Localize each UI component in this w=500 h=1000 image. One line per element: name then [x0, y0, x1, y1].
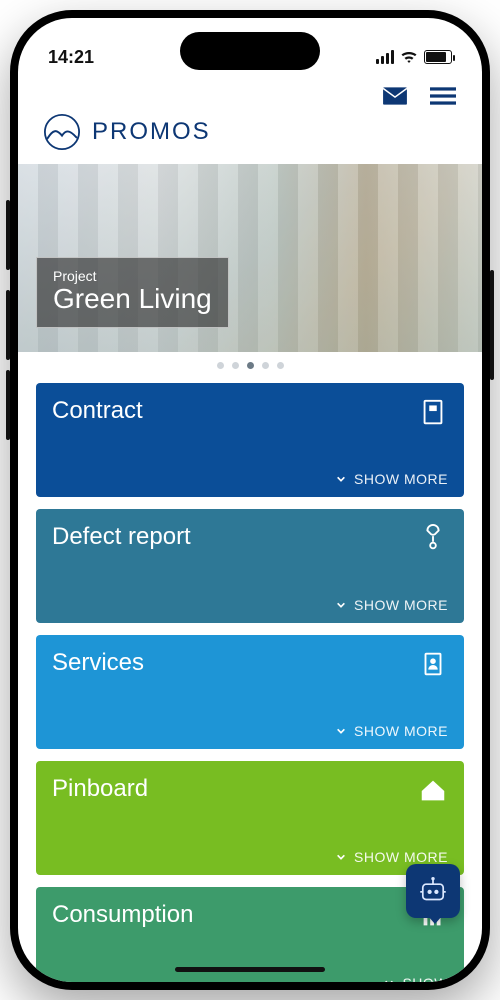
document-icon — [418, 397, 448, 427]
show-more-label: SHOW MORE — [354, 723, 448, 739]
wifi-icon — [400, 50, 418, 64]
carousel-dot[interactable] — [277, 362, 284, 369]
card-show-more[interactable]: SHOW MORE — [52, 471, 448, 487]
card-show-more[interactable]: SHOW — [52, 975, 448, 982]
show-more-label: SHOW MORE — [354, 597, 448, 613]
chevron-down-icon — [336, 474, 346, 484]
hero-caption: Project Green Living — [36, 257, 229, 328]
status-indicators — [376, 50, 452, 64]
show-more-label: SHOW — [402, 975, 448, 982]
carousel-dot[interactable] — [217, 362, 224, 369]
top-toolbar — [18, 80, 482, 106]
chevron-down-icon — [336, 852, 346, 862]
hero-carousel[interactable]: Project Green Living — [18, 164, 482, 352]
card-services[interactable]: Services SHOW MORE — [36, 635, 464, 749]
status-time: 14:21 — [48, 47, 94, 68]
carousel-dot[interactable] — [232, 362, 239, 369]
carousel-dot[interactable] — [247, 362, 254, 369]
carousel-dots[interactable] — [18, 352, 482, 383]
card-show-more[interactable]: SHOW MORE — [52, 849, 448, 865]
card-title: Defect report — [52, 523, 191, 551]
cellular-signal-icon — [376, 50, 394, 64]
chevron-down-icon — [336, 726, 346, 736]
mail-icon[interactable] — [382, 86, 408, 106]
card-show-more[interactable]: SHOW MORE — [52, 723, 448, 739]
brand-row: PROMOS — [18, 106, 482, 164]
phone-screen: 14:21 — [18, 18, 482, 982]
chevron-down-icon — [384, 978, 394, 982]
carousel-dot[interactable] — [262, 362, 269, 369]
hamburger-menu-icon[interactable] — [430, 86, 456, 106]
brand-name: PROMOS — [92, 118, 211, 146]
battery-icon — [424, 50, 452, 64]
brand-logo-icon — [44, 114, 80, 150]
chatbot-button[interactable] — [406, 864, 460, 918]
dynamic-island — [180, 32, 320, 70]
chatbot-icon — [416, 874, 450, 908]
chevron-down-icon — [336, 600, 346, 610]
show-more-label: SHOW MORE — [354, 471, 448, 487]
contacts-icon — [418, 649, 448, 679]
card-contract[interactable]: Contract SHOW MORE — [36, 383, 464, 497]
hero-caption-small: Project — [53, 268, 212, 284]
card-title: Services — [52, 649, 144, 677]
show-more-label: SHOW MORE — [354, 849, 448, 865]
wrench-icon — [418, 523, 448, 553]
home-icon — [418, 775, 448, 805]
card-pinboard[interactable]: Pinboard SHOW MORE — [36, 761, 464, 875]
card-title: Consumption — [52, 901, 193, 929]
card-title: Pinboard — [52, 775, 148, 803]
card-defect[interactable]: Defect report SHOW MORE — [36, 509, 464, 623]
hero-caption-big: Green Living — [53, 284, 212, 315]
card-show-more[interactable]: SHOW MORE — [52, 597, 448, 613]
card-title: Contract — [52, 397, 143, 425]
phone-frame: 14:21 — [10, 10, 490, 990]
home-indicator[interactable] — [175, 967, 325, 972]
